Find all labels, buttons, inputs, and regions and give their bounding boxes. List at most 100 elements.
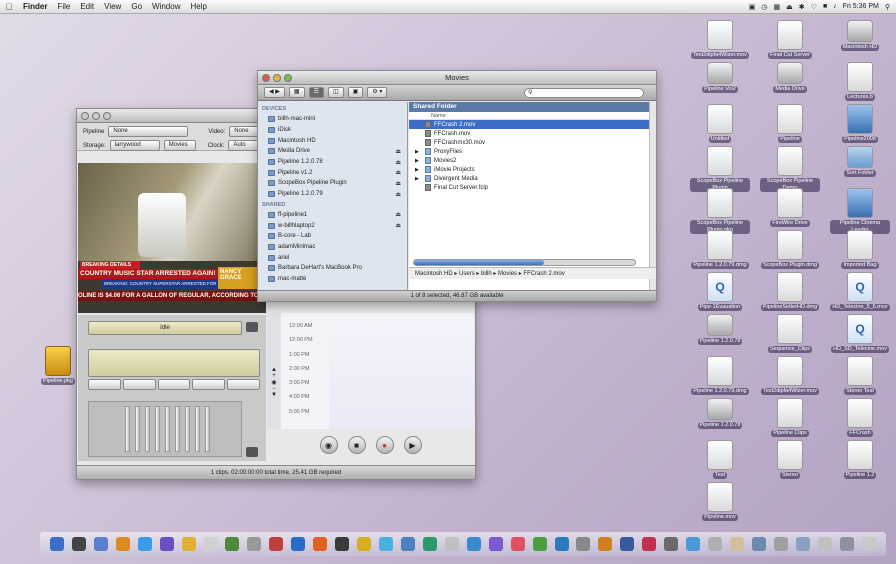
sidebar-item[interactable]: B-core - Lab <box>258 231 407 242</box>
desktop-icon[interactable]: Stereo <box>760 440 820 479</box>
disclosure-triangle-icon[interactable]: ▶ <box>415 149 419 155</box>
menu-view[interactable]: View <box>99 2 126 11</box>
desktop-icon[interactable]: Test2dipfa4Wizer.mov <box>690 20 750 59</box>
dock-app-icon[interactable] <box>400 537 415 551</box>
audio-fader[interactable] <box>135 406 140 452</box>
desktop-icon[interactable]: Pipeline <box>760 104 820 143</box>
desktop-icon[interactable]: Untitled <box>690 104 750 143</box>
desktop-icon[interactable]: Pipeline Clips <box>760 398 820 437</box>
sidebar-item[interactable]: w-billhlaptop2 ⏏ <box>258 220 407 231</box>
file-row[interactable]: ▶ ProxyFiles <box>409 147 656 156</box>
sidebar-item[interactable]: Pipeline 1.2.0.79 ⏏ <box>258 189 407 200</box>
sidebar-item[interactable]: Macintosh HD <box>258 135 407 146</box>
sidebar-item[interactable]: ScopeBox Pipeline Plugin ⏏ <box>258 178 407 189</box>
dock-app-icon[interactable] <box>466 537 481 551</box>
desktop-icon[interactable]: Sort Folder <box>830 146 890 177</box>
disclosure-triangle-icon[interactable]: ▶ <box>415 176 419 182</box>
dock-app-icon[interactable] <box>532 537 547 551</box>
audio-fader[interactable] <box>145 406 150 452</box>
timeline-down-icon[interactable]: ▼ <box>267 392 281 398</box>
spaces-icon[interactable]: ▦ <box>774 3 781 11</box>
dock-app-icon[interactable] <box>49 537 64 551</box>
menu-go[interactable]: Go <box>126 2 147 11</box>
desktop-icon[interactable]: Pipeline 1.2 <box>830 440 890 479</box>
close-button[interactable] <box>81 111 89 120</box>
spotlight-icon[interactable]: ⚲ <box>885 3 890 11</box>
desktop-icon[interactable]: Pipeline Cinema Leader <box>830 188 890 234</box>
dock-app-icon[interactable] <box>247 537 262 551</box>
mini-button-3[interactable] <box>157 379 191 390</box>
stop-button[interactable]: ■ <box>347 436 366 454</box>
file-row[interactable]: FFCrash 2.mov <box>409 120 656 129</box>
desktop-icon[interactable]: Pipeline2008 <box>830 104 890 143</box>
desktop-icon[interactable]: Q HD_Telecine_5_6.mov <box>830 272 890 311</box>
dock-app-icon[interactable] <box>861 537 876 551</box>
eject-icon[interactable]: ⏏ <box>395 211 401 218</box>
dock-app-icon[interactable] <box>357 537 372 551</box>
sidebar-item[interactable]: mac-matte <box>258 274 407 285</box>
flag-icon[interactable]: ■ <box>823 3 827 10</box>
menu-edit[interactable]: Edit <box>75 2 99 11</box>
desktop-icon[interactable]: Imported Bag <box>830 230 890 269</box>
preview-button[interactable]: ◉ <box>319 436 338 454</box>
dock-app-icon[interactable] <box>93 537 108 551</box>
desktop-icon[interactable]: Pipeline 1.2.0.79.dmg <box>690 356 750 395</box>
horizontal-scrollbar[interactable] <box>413 259 636 266</box>
column-name-header[interactable]: Name <box>409 112 656 120</box>
dock-app-icon[interactable] <box>708 537 723 551</box>
file-row[interactable]: ▶ iMovie Projects <box>409 165 656 174</box>
menu-clock[interactable]: Fri 5:36 PM <box>843 3 879 10</box>
dock-app-icon[interactable] <box>817 537 832 551</box>
view-coverflow-button[interactable]: ▣ <box>347 87 364 98</box>
desktop-icon[interactable]: Final Cut Server <box>760 20 820 59</box>
play-button[interactable]: ▶ <box>403 436 422 454</box>
sidebar-item[interactable]: Pipeline 1.2.0.78 ⏏ <box>258 157 407 168</box>
eject-icon[interactable]: ⏏ <box>786 3 793 11</box>
sidebar-item[interactable]: adamMinimac <box>258 242 407 253</box>
desktop-icon[interactable]: ScopeBox Plugin.dmg <box>760 230 820 269</box>
audio-fader[interactable] <box>205 406 210 452</box>
file-row[interactable]: ▶ Divergent Media <box>409 174 656 183</box>
eject-icon[interactable]: ⏏ <box>395 169 401 176</box>
zoom-button[interactable] <box>103 111 111 120</box>
audio-fader[interactable] <box>125 406 130 452</box>
menu-file[interactable]: File <box>52 2 75 11</box>
desktop-icon[interactable]: Pipeline.mov <box>690 482 750 521</box>
dock-app-icon[interactable] <box>291 537 306 551</box>
dock-app-icon[interactable] <box>488 537 503 551</box>
action-button[interactable]: ⚙ ▾ <box>367 87 388 98</box>
dock-app-icon[interactable] <box>773 537 788 551</box>
sidebar-item[interactable]: Barbara DeHart's MacBook Pro <box>258 263 407 274</box>
desktop-icon[interactable]: ScopeBox Pipeline Plugin.pkg <box>690 188 750 234</box>
apple-menu-icon[interactable]:  <box>0 2 18 12</box>
desktop-icon[interactable]: Q HD_SD_Telecine.mov <box>830 314 890 353</box>
dock-app-icon[interactable] <box>598 537 613 551</box>
dock-app-icon[interactable] <box>203 537 218 551</box>
menu-window[interactable]: Window <box>147 2 185 11</box>
file-row[interactable]: Final Cut Server.fclp <box>409 183 656 192</box>
sidebar-item[interactable]: ariel <box>258 252 407 263</box>
dock-app-icon[interactable] <box>422 537 437 551</box>
record-button[interactable]: ● <box>375 436 394 454</box>
desktop-icon[interactable]: Test <box>690 440 750 479</box>
timeline-track[interactable] <box>329 313 474 429</box>
dock-app-icon[interactable] <box>839 537 854 551</box>
vertical-scrollbar[interactable] <box>649 102 656 290</box>
view-icons-button[interactable]: ▦ <box>288 87 305 98</box>
dock-app-icon[interactable] <box>642 537 657 551</box>
volume-icon[interactable]: ♪ <box>833 3 837 10</box>
eject-icon[interactable]: ⏏ <box>395 159 401 166</box>
timeline-target-icon[interactable]: ◉ <box>267 379 281 386</box>
dock-app-icon[interactable] <box>269 537 284 551</box>
eject-icon[interactable]: ⏏ <box>395 222 401 229</box>
dock-app-icon[interactable] <box>686 537 701 551</box>
file-row[interactable]: ▶ Movies2 <box>409 156 656 165</box>
dock-app-icon[interactable] <box>225 537 240 551</box>
dock-app-icon[interactable] <box>620 537 635 551</box>
storage-folder-select[interactable]: Movies <box>163 140 196 151</box>
audio-fader[interactable] <box>155 406 160 452</box>
mini-button-1[interactable] <box>88 379 121 390</box>
mini-button-2[interactable] <box>122 379 156 390</box>
desktop-icon[interactable]: ScopeBox Pipeline Plugin <box>690 146 750 192</box>
dock-app-icon[interactable] <box>510 537 525 551</box>
